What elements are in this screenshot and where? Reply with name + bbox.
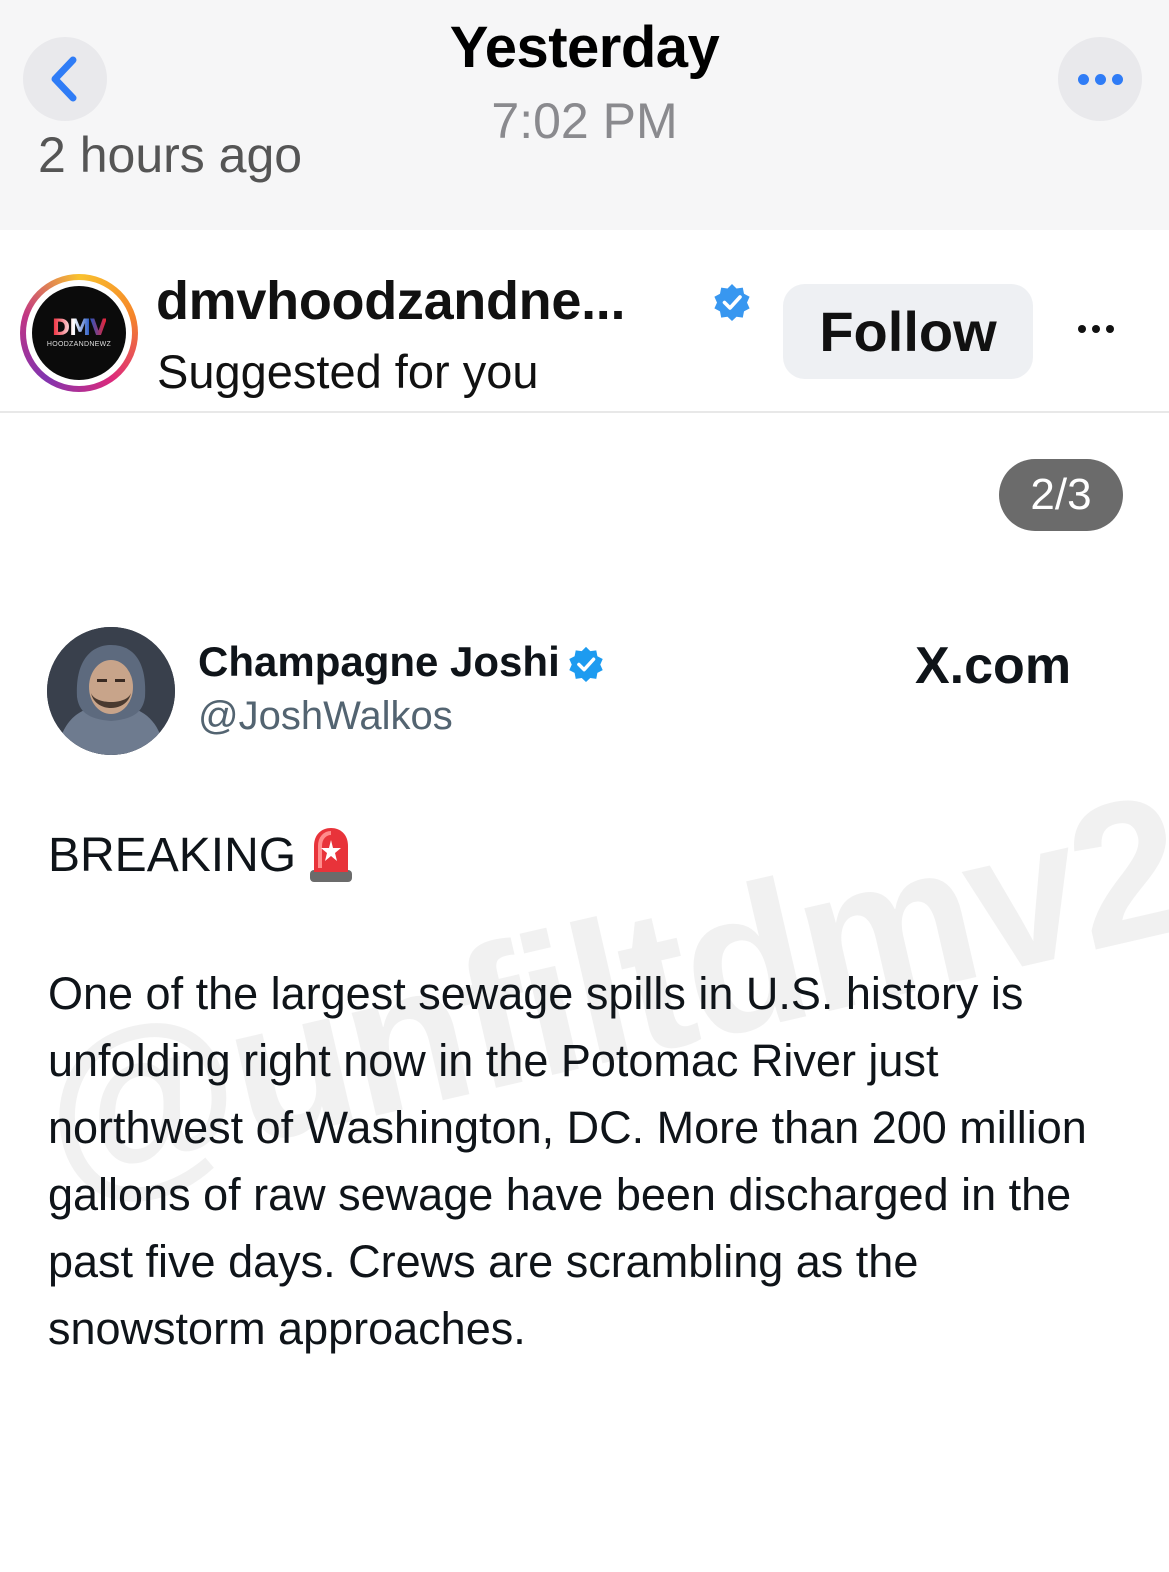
tweet-body: One of the largest sewage spills in U.S.…	[48, 968, 1087, 1354]
carousel-counter: 2/3	[999, 459, 1123, 531]
post-options-button[interactable]	[1078, 325, 1114, 333]
divider	[0, 411, 1169, 413]
avatar[interactable]: DMV HOODZANDNEWZ	[20, 274, 138, 392]
siren-icon	[310, 828, 352, 882]
viewer-title: Yesterday	[449, 15, 720, 80]
viewer-header: Yesterday 7:02 PM 2 hours ago	[0, 0, 1169, 230]
account-username[interactable]: dmvhoodzandne...	[156, 270, 626, 332]
suggested-label: Suggested for you	[157, 345, 539, 398]
tweet-avatar	[47, 627, 175, 755]
avatar-ring-inner: DMV HOODZANDNEWZ	[26, 280, 132, 386]
verified-badge-icon	[569, 646, 603, 683]
post-header: DMV HOODZANDNEWZ dmvhoodzandne... Sugges…	[0, 240, 1169, 412]
logo-text: DMV	[51, 315, 107, 341]
verified-badge-icon	[714, 284, 750, 321]
post-age-text: 2 hours ago	[38, 130, 303, 183]
logo-subtext: HOODZANDNEWZ	[46, 340, 112, 348]
account-logo: DMV HOODZANDNEWZ	[32, 286, 126, 380]
ellipsis-icon	[1077, 73, 1123, 85]
tweet-source: X.com	[915, 637, 1072, 695]
tweet-handle: @JoshWalkos	[198, 694, 453, 738]
tweet-display-name: Champagne Joshi	[198, 638, 560, 685]
viewer-more-button[interactable]	[1058, 37, 1142, 121]
post-age: 2 hours ago	[38, 130, 302, 190]
follow-button[interactable]: Follow	[783, 284, 1033, 379]
ellipsis-icon	[1078, 325, 1114, 333]
tweet-headline: BREAKING	[48, 829, 297, 882]
person-portrait-icon	[47, 627, 175, 755]
